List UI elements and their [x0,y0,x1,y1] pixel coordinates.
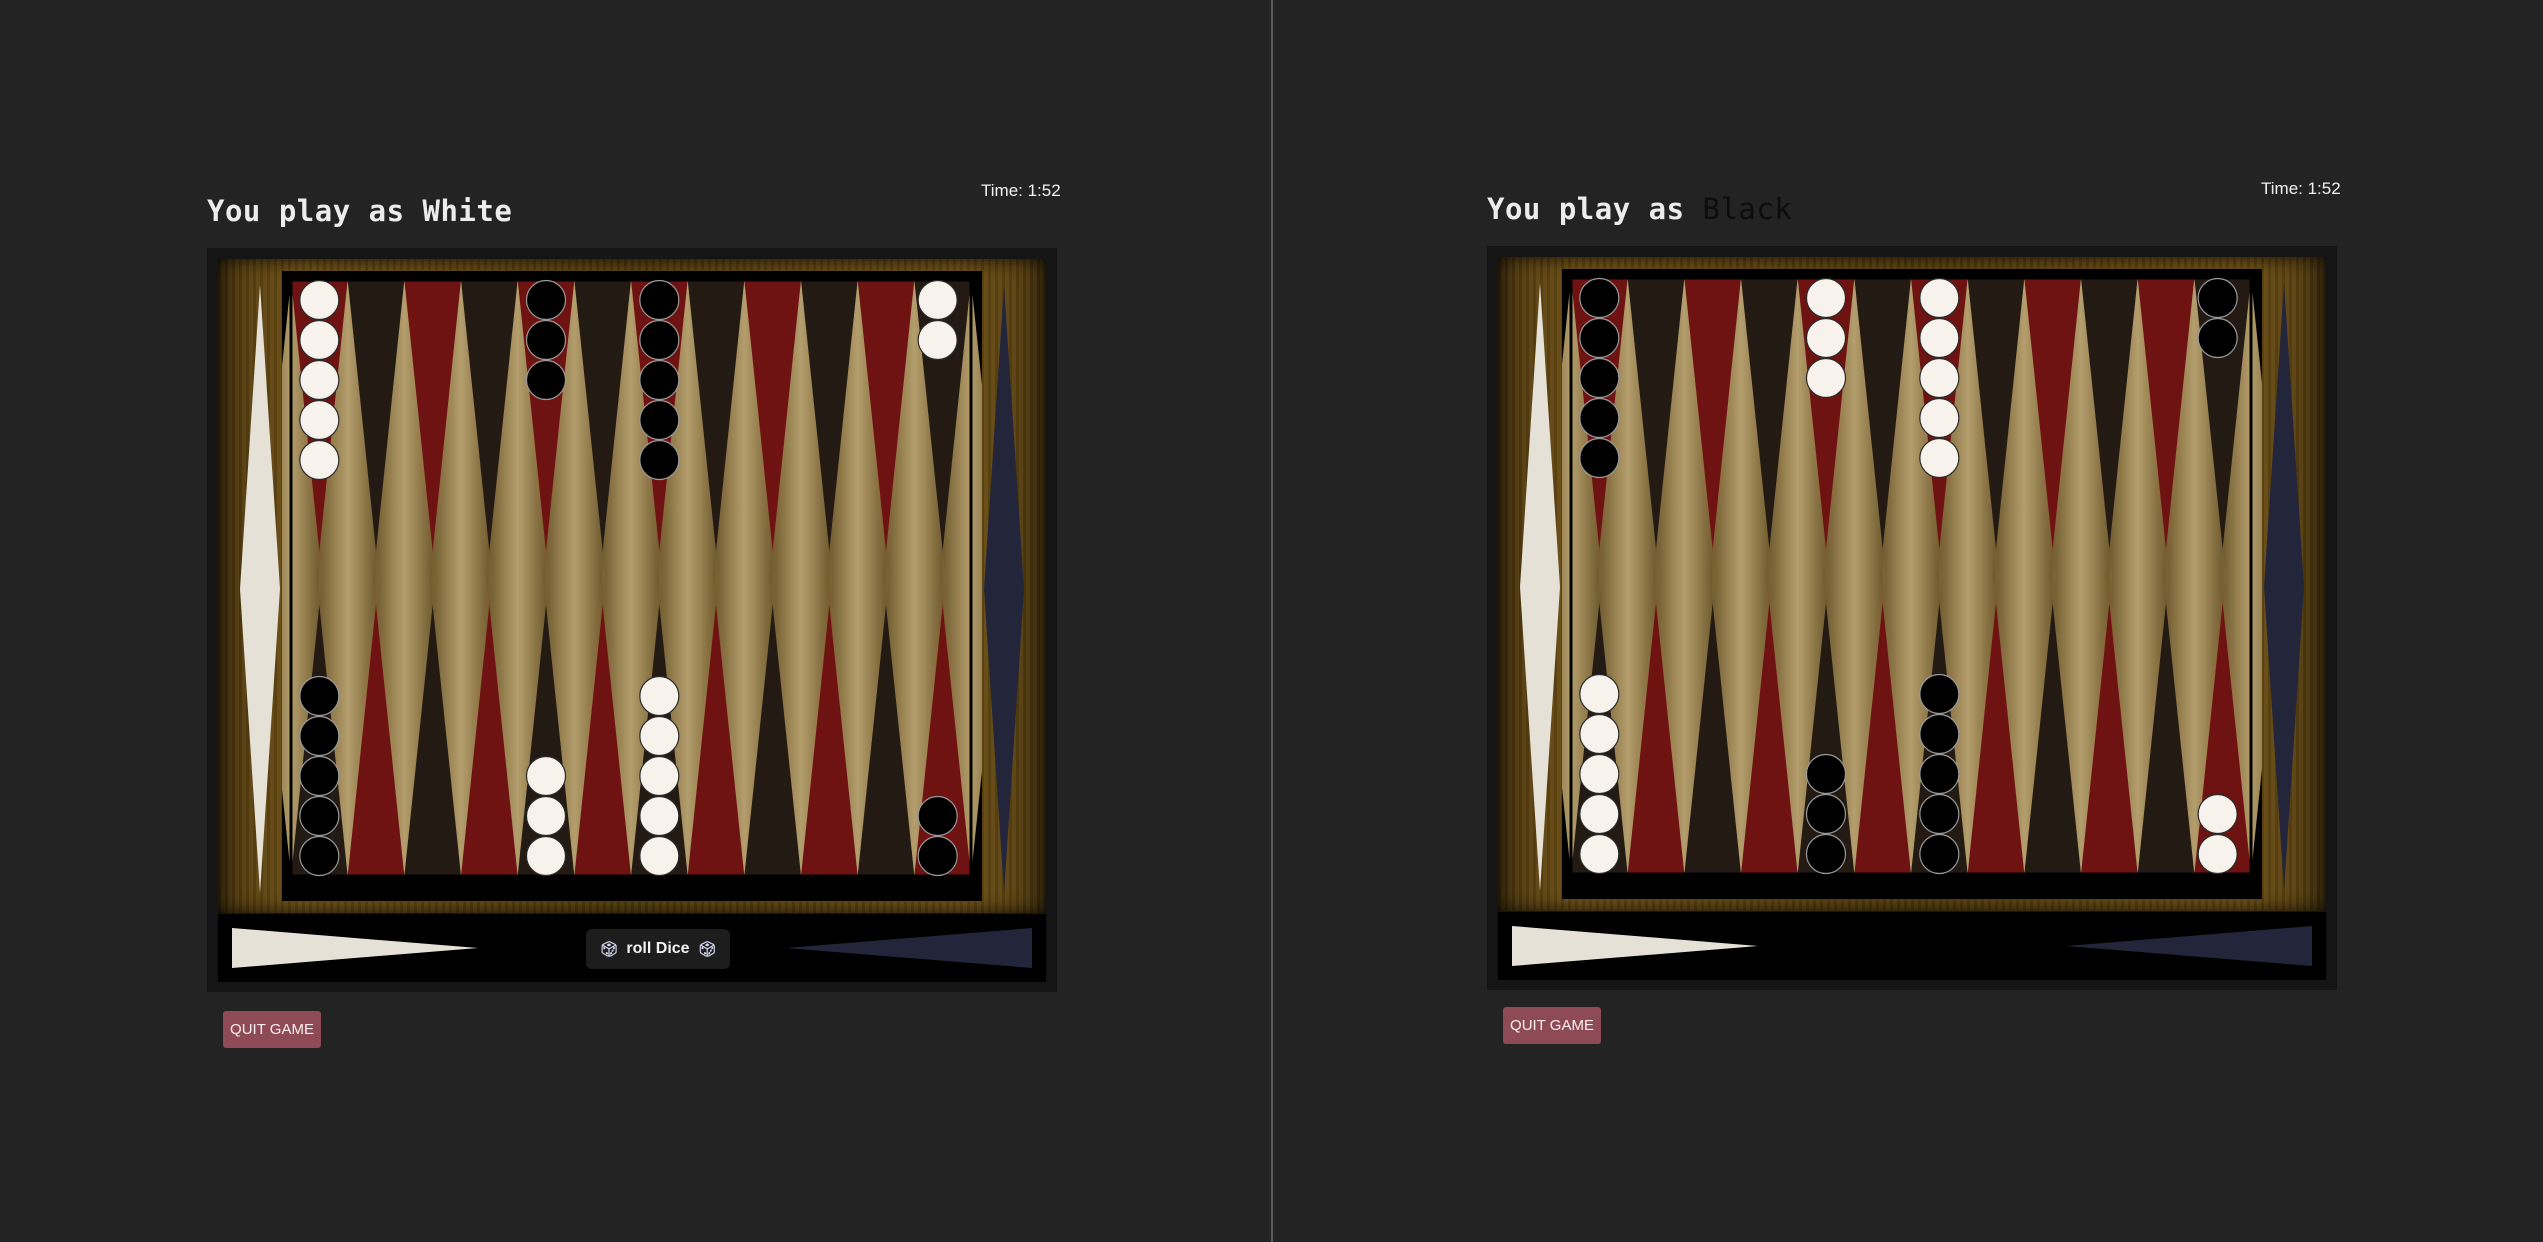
board-play-area[interactable] [1562,269,2262,899]
white-checker[interactable] [1919,397,1960,439]
board-frame [218,259,1046,913]
white-tray-triangle [232,928,478,968]
white-checker[interactable] [639,795,680,837]
white-tray-triangle [1512,926,1758,966]
white-checker[interactable] [525,755,567,797]
white-checker[interactable] [1579,793,1620,835]
quit-game-button[interactable]: QUIT GAME [223,1011,321,1048]
tray-svg [1512,926,2312,966]
white-home-triangle [1520,283,1560,891]
game-timer: Time: 1:52 [981,181,1061,200]
white-checker[interactable] [1579,713,1620,755]
black-checker[interactable] [525,359,567,401]
white-checker[interactable] [2197,833,2238,875]
black-checker[interactable] [1805,833,1847,875]
black-home-triangle [2264,283,2304,891]
black-checker[interactable] [639,399,680,441]
black-checker[interactable] [639,279,680,321]
black-checker[interactable] [299,755,340,797]
white-checker[interactable] [639,675,680,717]
black-checker[interactable] [639,319,680,361]
roll-dice-label: roll Dice [626,940,690,957]
player-color-label: Black [1702,192,1793,226]
black-checker[interactable] [299,715,340,757]
black-checker[interactable] [1919,833,1960,875]
title-prefix: You play as [1487,192,1703,226]
dice-icon: 🎲︎ [697,941,717,958]
game-panel-white: You play as White Time: 1:52 🎲︎ roll Dic… [0,0,1271,1242]
black-checker[interactable] [917,835,958,877]
black-bear-off[interactable] [982,259,1046,913]
title-prefix: You play as [207,194,423,228]
black-checker[interactable] [1805,753,1847,795]
board-points-svg[interactable] [282,271,982,901]
black-checker[interactable] [1579,397,1620,439]
black-checker[interactable] [299,835,340,877]
white-checker[interactable] [1579,833,1620,875]
white-checker[interactable] [1919,277,1960,319]
board-points-svg[interactable] [1562,269,2262,899]
black-home-triangle [984,285,1024,893]
white-checker[interactable] [1805,317,1847,359]
white-checker[interactable] [525,835,567,877]
backgammon-board: 🎲︎ roll Dice 🎲︎ [207,248,1057,992]
black-checker[interactable] [525,279,567,321]
black-checker[interactable] [299,795,340,837]
white-bear-off[interactable] [1498,257,1562,911]
player-title: You play as Black [1487,192,1792,226]
black-checker[interactable] [1919,793,1960,835]
black-checker[interactable] [1805,793,1847,835]
white-checker[interactable] [1579,753,1620,795]
white-checker[interactable] [2197,793,2238,835]
black-checker[interactable] [1579,277,1620,319]
white-checker[interactable] [299,279,340,321]
black-checker[interactable] [917,795,958,837]
black-checker[interactable] [1579,437,1620,479]
white-checker[interactable] [1805,277,1847,319]
roll-dice-button[interactable]: 🎲︎ roll Dice 🎲︎ [586,929,730,969]
white-checker[interactable] [639,835,680,877]
quit-game-button[interactable]: QUIT GAME [1503,1007,1601,1044]
board-play-area[interactable] [282,271,982,901]
black-checker[interactable] [639,359,680,401]
white-bear-off[interactable] [218,259,282,913]
game-panel-black: You play as Black Time: 1:52 QUIT GAME [1273,0,2543,1242]
white-checker[interactable] [917,279,958,321]
white-checker[interactable] [299,399,340,441]
black-bear-off[interactable] [2262,257,2326,911]
white-checker[interactable] [1919,357,1960,399]
white-checker[interactable] [299,439,340,481]
backgammon-board [1487,246,2337,990]
white-home-triangle [240,285,280,893]
black-checker[interactable] [2197,317,2238,359]
black-checker[interactable] [639,439,680,481]
white-checker[interactable] [639,715,680,757]
black-tray-triangle [786,928,1032,968]
dice-icon: 🎲︎ [599,941,619,958]
white-checker[interactable] [1579,673,1620,715]
black-checker[interactable] [1579,317,1620,359]
white-checker[interactable] [299,359,340,401]
white-checker[interactable] [525,795,567,837]
black-checker[interactable] [1919,673,1960,715]
player-color-label: White [422,194,513,228]
bottom-tray [1498,912,2326,980]
white-checker[interactable] [917,319,958,361]
board-frame [1498,257,2326,911]
bottom-tray: 🎲︎ roll Dice 🎲︎ [218,914,1046,982]
player-title: You play as White [207,194,512,228]
white-checker[interactable] [639,755,680,797]
white-checker[interactable] [1805,357,1847,399]
game-timer: Time: 1:52 [2261,179,2341,198]
black-checker[interactable] [1919,713,1960,755]
black-checker[interactable] [1579,357,1620,399]
black-checker[interactable] [525,319,567,361]
white-checker[interactable] [1919,317,1960,359]
white-checker[interactable] [1919,437,1960,479]
black-checker[interactable] [1919,753,1960,795]
white-checker[interactable] [299,319,340,361]
black-checker[interactable] [299,675,340,717]
black-tray-triangle [2066,926,2312,966]
black-checker[interactable] [2197,277,2238,319]
